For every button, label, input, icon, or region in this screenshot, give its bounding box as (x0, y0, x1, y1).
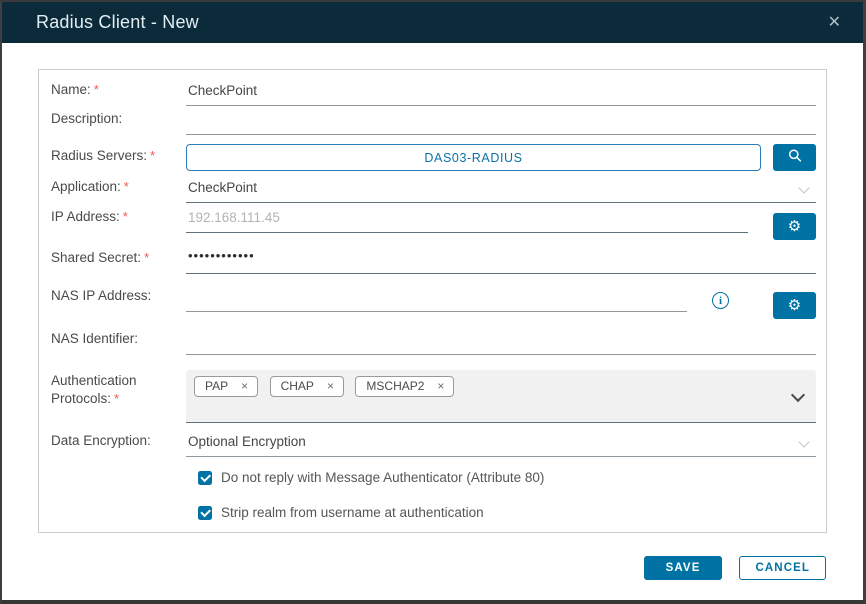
name-label: Name: (51, 82, 91, 97)
description-label: Description: (51, 111, 123, 126)
nas-identifier-row: NAS Identifier: (51, 330, 816, 355)
strip-realm-checkbox[interactable] (198, 505, 212, 520)
application-label: Application: (51, 179, 121, 194)
name-row: Name: * (51, 81, 816, 106)
required-marker: * (122, 209, 128, 224)
shared-secret-input[interactable] (186, 246, 816, 274)
dialog-actions: SAVE CANCEL (2, 556, 826, 580)
close-icon[interactable]: ✕ (824, 13, 845, 33)
message-authenticator-label: Do not reply with Message Authenticator … (221, 470, 545, 485)
shared-secret-row: Shared Secret: * (51, 246, 816, 274)
authentication-protocols-label-line2: Protocols: (51, 391, 112, 406)
strip-realm-label: Strip realm from username at authenticat… (221, 505, 484, 520)
chevron-down-icon[interactable] (790, 387, 806, 403)
required-marker: * (144, 250, 150, 265)
required-marker: * (93, 82, 99, 97)
authentication-protocols-row: Authentication Protocols: * PAP × CHAP × MS… (51, 370, 816, 423)
nas-ip-address-row: NAS IP Address: i ⚙ (51, 287, 816, 319)
nas-identifier-label: NAS Identifier: (51, 331, 139, 346)
data-encryption-select[interactable]: Optional Encryption (186, 432, 816, 457)
shared-secret-label: Shared Secret: (51, 250, 142, 265)
radius-servers-search-button[interactable] (773, 144, 816, 171)
radius-client-dialog: Radius Client - New ✕ Name:* Description… (0, 0, 866, 604)
ip-address-input[interactable] (186, 208, 748, 233)
ip-address-row: IP Address:* ⚙ (51, 208, 816, 240)
data-encryption-label: Data Encryption: (51, 433, 151, 448)
data-encryption-row: Data Encryption: Optional Encryption (51, 432, 816, 457)
protocol-chip: CHAP × (269, 376, 344, 397)
application-row: Application: * CheckPoint (51, 178, 816, 203)
info-icon[interactable]: i (712, 292, 729, 309)
radius-servers-row: Radius Servers: * DAS03-RADIUS (51, 144, 816, 171)
protocol-chip: PAP × (194, 376, 259, 397)
radius-servers-value[interactable]: DAS03-RADIUS (186, 144, 761, 171)
ip-address-label: IP Address: (51, 209, 120, 224)
gear-icon: ⚙ (787, 296, 802, 314)
nas-identifier-input[interactable] (186, 330, 816, 355)
dialog-titlebar: Radius Client - New ✕ (2, 2, 863, 43)
nas-ip-address-label: NAS IP Address: (51, 288, 152, 303)
application-select[interactable]: CheckPoint (186, 178, 816, 203)
ip-address-settings-button[interactable]: ⚙ (773, 213, 816, 240)
search-icon (787, 148, 803, 167)
nas-ip-settings-button[interactable]: ⚙ (773, 292, 816, 319)
authentication-protocols-multiselect[interactable]: PAP × CHAP × MSCHAP2 × (186, 370, 816, 423)
save-button[interactable]: SAVE (643, 556, 723, 580)
authentication-protocols-label-line1: Authentication (51, 373, 137, 388)
strip-realm-checkbox-row: Strip realm from username at authenticat… (198, 505, 816, 520)
chip-remove-icon[interactable]: × (241, 380, 248, 392)
description-row: Description: (51, 110, 816, 135)
required-marker: * (150, 147, 156, 163)
chip-remove-icon[interactable]: × (327, 380, 334, 392)
radius-servers-label: Radius Servers: (51, 147, 148, 163)
gear-icon: ⚙ (787, 217, 802, 235)
cancel-button[interactable]: CANCEL (739, 556, 826, 580)
dialog-title: Radius Client - New (36, 12, 199, 32)
description-input[interactable] (186, 110, 816, 135)
protocol-chip: MSCHAP2 × (355, 376, 455, 397)
required-marker: * (114, 391, 120, 406)
nas-ip-address-input[interactable] (186, 287, 687, 312)
required-marker: * (123, 179, 129, 194)
message-authenticator-checkbox-row: Do not reply with Message Authenticator … (198, 470, 816, 485)
name-input[interactable] (186, 81, 816, 106)
chip-remove-icon[interactable]: × (437, 380, 444, 392)
message-authenticator-checkbox[interactable] (198, 470, 212, 485)
radius-client-form: Name:* Description: Radius Servers:* DAS… (38, 69, 827, 533)
